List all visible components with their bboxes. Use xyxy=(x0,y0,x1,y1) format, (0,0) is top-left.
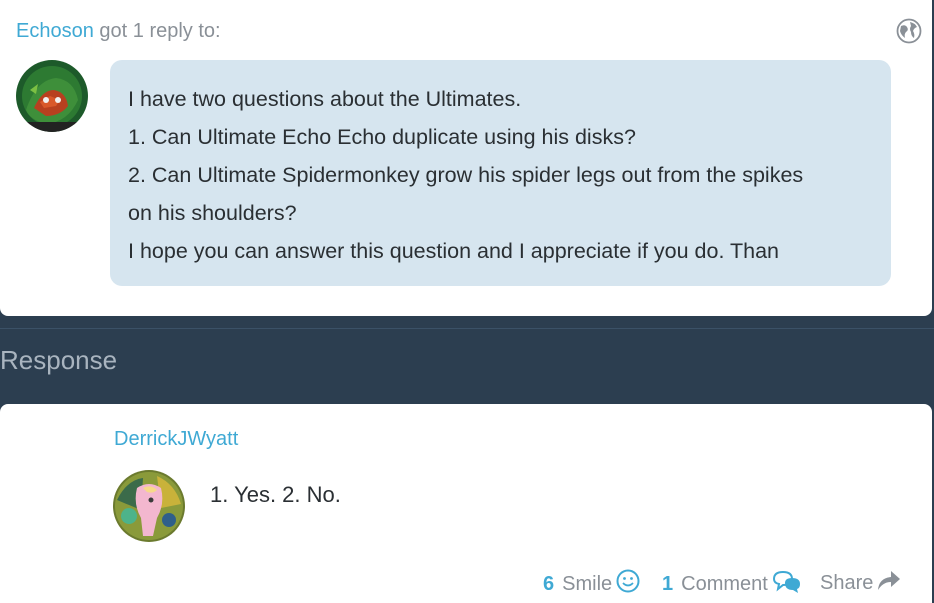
asker-username-link[interactable]: Echoson xyxy=(16,20,94,42)
question-header: Echoson got 1 reply to: xyxy=(16,18,221,44)
section-divider xyxy=(0,328,934,329)
response-text: 1. Yes. 2. No. xyxy=(210,482,341,507)
question-line-5: I hope you can answer this question and … xyxy=(128,239,780,263)
question-line-4: on his shoulders? xyxy=(128,201,297,225)
response-actions: 6 Smile 1 Comment Share xyxy=(0,568,932,598)
smile-button[interactable]: 6 Smile xyxy=(543,568,641,600)
comment-count: 1 xyxy=(662,572,674,595)
smile-count: 6 xyxy=(543,572,555,595)
smile-icon xyxy=(612,568,641,600)
question-line-2: 1. Can Ultimate Echo Echo duplicate usin… xyxy=(128,125,636,149)
response-section-title: Response xyxy=(0,345,118,375)
reply-count-text: got 1 reply to: xyxy=(99,20,221,42)
share-button[interactable]: Share xyxy=(820,568,902,598)
responder-avatar[interactable] xyxy=(113,470,185,542)
share-label: Share xyxy=(820,571,874,594)
share-arrow-icon xyxy=(873,568,902,598)
asker-avatar[interactable] xyxy=(16,60,88,132)
responder-username-link[interactable]: DerrickJWyatt xyxy=(114,428,238,451)
question-bubble: I have two questions about the Ultimates… xyxy=(110,60,891,286)
question-card: Echoson got 1 reply to: I have two quest… xyxy=(0,0,932,316)
comment-label: Comment xyxy=(681,572,768,595)
smile-label: Smile xyxy=(562,572,613,595)
question-line-3: 2. Can Ultimate Spidermonkey grow his sp… xyxy=(128,163,804,187)
comment-bubbles-icon xyxy=(768,568,803,600)
comment-button[interactable]: 1 Comment xyxy=(662,568,803,600)
question-line-1: I have two questions about the Ultimates… xyxy=(128,87,522,111)
response-card: DerrickJWyatt 1. Yes. 2. No. 6 Smile 1 C… xyxy=(0,404,932,603)
globe-icon[interactable] xyxy=(896,18,922,44)
